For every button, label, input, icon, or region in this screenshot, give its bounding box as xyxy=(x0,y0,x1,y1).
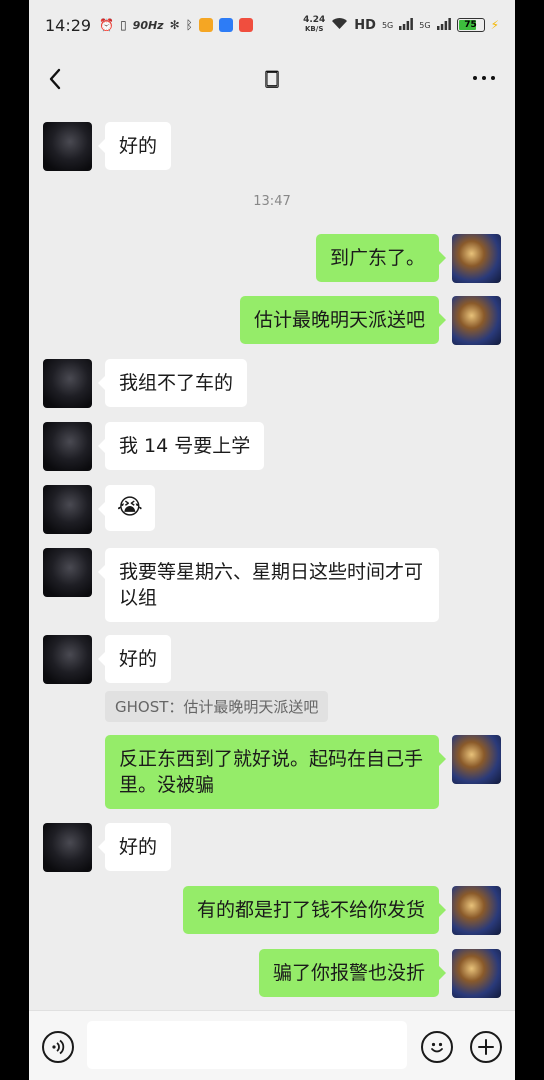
chevron-left-icon xyxy=(49,68,61,90)
fan-icon: ✻ xyxy=(169,18,180,32)
message-bubble-received[interactable]: 我 14 号要上学 xyxy=(97,422,265,470)
my-avatar[interactable] xyxy=(452,296,501,345)
more-dot xyxy=(482,76,486,80)
message-bubble-sent[interactable]: 到广东了。 xyxy=(315,234,447,282)
emoji-icon xyxy=(431,1042,443,1053)
friend-avatar[interactable] xyxy=(43,422,92,471)
voice-icon xyxy=(52,1039,65,1055)
net-speed-unit: KB/S xyxy=(305,25,324,33)
alarm-icon: ⏰ xyxy=(99,18,115,32)
message-input[interactable] xyxy=(87,1021,407,1069)
message-bubble-sent[interactable]: 有的都是打了钱不给你发货 xyxy=(182,886,447,934)
chat-screen: 14:29 ⏰ ▯ 90Hz ✻ ᛒ 4.24 KB/S HD 5G 5G 75… xyxy=(29,0,515,1080)
message-bubble-received[interactable]: 好的 xyxy=(97,122,172,170)
back-button[interactable] xyxy=(43,66,69,92)
refresh-rate-label: 90Hz xyxy=(132,18,164,32)
my-avatar[interactable] xyxy=(452,735,501,784)
my-avatar[interactable] xyxy=(452,949,501,998)
chat-header: 🀆 xyxy=(29,50,515,108)
battery-level: 75 xyxy=(464,20,477,30)
message-bubble-sent[interactable]: 估计最晚明天派送吧 xyxy=(239,296,447,344)
vibrate-icon: ▯ xyxy=(120,18,127,32)
friend-avatar[interactable] xyxy=(43,359,92,408)
message-timestamp: 13:47 xyxy=(253,194,291,209)
message-bubble-received[interactable]: 我组不了车的 xyxy=(97,359,248,407)
wifi-icon xyxy=(331,17,348,33)
friend-avatar[interactable] xyxy=(43,823,92,872)
bluetooth-icon: ᛒ xyxy=(185,18,193,32)
status-right-icons: 4.24 KB/S HD 5G 5G 75 ⚡ xyxy=(303,16,499,34)
message-bubble-received[interactable]: 我要等星期六、星期日这些时间才可以组 xyxy=(98,548,439,622)
more-dots-icon xyxy=(473,76,477,80)
status-left-icons: ⏰ ▯ 90Hz ✻ ᛒ xyxy=(99,18,253,32)
friend-avatar[interactable] xyxy=(43,122,92,171)
voice-button[interactable] xyxy=(42,1031,74,1063)
signal-bars-1-icon xyxy=(399,17,414,33)
my-avatar[interactable] xyxy=(452,886,501,935)
net-speed: 4.24 KB/S xyxy=(303,16,325,34)
status-bar: 14:29 ⏰ ▯ 90Hz ✻ ᛒ 4.24 KB/S HD 5G 5G 75… xyxy=(29,0,515,50)
net-speed-value: 4.24 xyxy=(303,15,326,25)
message-bubble-sent[interactable]: 反正东西到了就好说。起码在自己手里。没被骗 xyxy=(105,735,446,809)
charging-icon: ⚡ xyxy=(490,18,499,32)
status-time: 14:29 xyxy=(45,15,92,35)
app-notification-orange-icon xyxy=(198,18,213,32)
hd-label: HD xyxy=(354,17,376,33)
friend-avatar[interactable] xyxy=(43,635,92,684)
app-notification-red-icon xyxy=(238,18,253,32)
emoji-button[interactable] xyxy=(421,1031,453,1063)
friend-avatar[interactable] xyxy=(43,548,92,597)
input-bar xyxy=(29,1010,515,1080)
more-button[interactable] xyxy=(473,76,495,80)
signal-bars-2-icon xyxy=(436,17,451,33)
my-avatar[interactable] xyxy=(452,234,501,283)
message-bubble-received[interactable]: 😭 xyxy=(98,485,155,531)
chat-title: 🀆 xyxy=(265,69,279,89)
more-dot xyxy=(491,76,495,80)
message-bubble-sent[interactable]: 骗了你报警也没折 xyxy=(258,949,447,997)
quoted-message[interactable]: GHOST：估计最晚明天派送吧 xyxy=(105,691,329,722)
plus-button[interactable] xyxy=(470,1031,502,1063)
message-bubble-received[interactable]: 好的 xyxy=(97,823,172,871)
battery-indicator: 75 xyxy=(456,18,485,32)
crying-emoji-icon: 😭 xyxy=(117,495,143,520)
signal2-label: 5G xyxy=(419,20,431,30)
friend-avatar[interactable] xyxy=(43,485,92,534)
message-bubble-received[interactable]: 好的 xyxy=(97,635,172,683)
app-notification-blue-icon xyxy=(218,18,233,32)
plus-icon xyxy=(478,1039,494,1055)
signal1-label: 5G xyxy=(381,20,394,30)
